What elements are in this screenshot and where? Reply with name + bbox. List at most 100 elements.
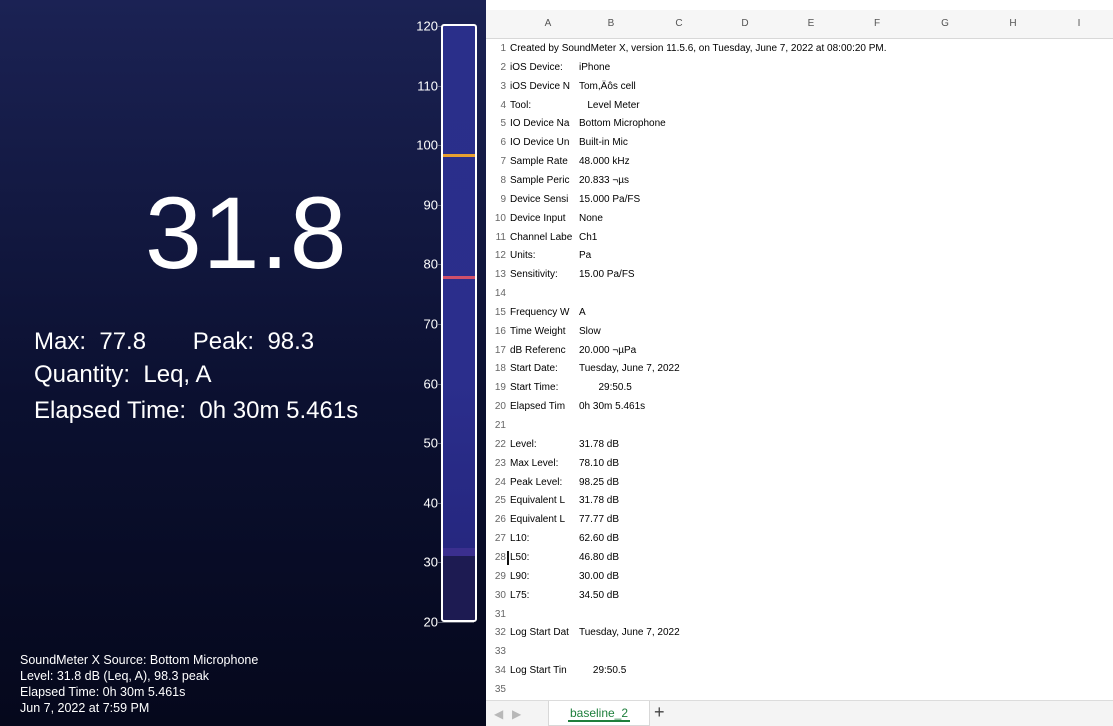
cell-a[interactable]: iOS Device N bbox=[510, 78, 570, 96]
row-number[interactable]: 6 bbox=[486, 134, 506, 152]
cell-a[interactable]: L50: bbox=[510, 549, 529, 567]
cell-a[interactable]: Sample Rate bbox=[510, 153, 568, 171]
column-header-h[interactable]: H bbox=[1003, 18, 1023, 29]
cell-b[interactable]: 15.000 Pa/FS bbox=[579, 191, 640, 209]
cell-a[interactable]: Peak Level: bbox=[510, 474, 562, 492]
cell-b[interactable]: Ch1 bbox=[579, 229, 597, 247]
row-number[interactable]: 33 bbox=[486, 643, 506, 661]
column-header-c[interactable]: C bbox=[669, 18, 689, 29]
cell-b[interactable]: 15.00 Pa/FS bbox=[579, 266, 635, 284]
cell-a[interactable]: Frequency W bbox=[510, 304, 569, 322]
row-number[interactable]: 30 bbox=[486, 587, 506, 605]
cell-b[interactable]: 20.000 ¬µPa bbox=[579, 342, 636, 360]
row-number[interactable]: 8 bbox=[486, 172, 506, 190]
cell-a[interactable]: Device Sensi bbox=[510, 191, 568, 209]
cell-b[interactable]: 0h 30m 5.461s bbox=[579, 398, 645, 416]
row-number[interactable]: 27 bbox=[486, 530, 506, 548]
cell-b[interactable]: iPhone bbox=[579, 59, 610, 77]
cell-b[interactable]: 98.25 dB bbox=[579, 474, 619, 492]
cell-a[interactable]: Elapsed Tim bbox=[510, 398, 565, 416]
cell-b[interactable]: Pa bbox=[579, 247, 591, 265]
cell-b[interactable]: Tom,Äôs cell bbox=[579, 78, 636, 96]
row-number[interactable]: 11 bbox=[486, 229, 506, 247]
row-number[interactable]: 29 bbox=[486, 568, 506, 586]
cell-a[interactable]: Start Time: bbox=[510, 379, 558, 397]
prev-sheet-icon[interactable]: ◀ bbox=[494, 707, 503, 721]
row-number[interactable]: 25 bbox=[486, 492, 506, 510]
row-number[interactable]: 26 bbox=[486, 511, 506, 529]
row-number[interactable]: 35 bbox=[486, 681, 506, 699]
row-number[interactable]: 22 bbox=[486, 436, 506, 454]
cell-a[interactable]: Start Date: bbox=[510, 360, 558, 378]
column-header-b[interactable]: B bbox=[601, 18, 621, 29]
cell-b[interactable]: Slow bbox=[579, 323, 601, 341]
cell-b[interactable]: Level Meter bbox=[579, 97, 639, 115]
cell-b[interactable]: 29:50.5 bbox=[579, 662, 626, 680]
cell-a[interactable]: Sample Peric bbox=[510, 172, 569, 190]
cell-a[interactable]: Created by SoundMeter X, version 11.5.6,… bbox=[510, 40, 887, 58]
cell-a[interactable]: L10: bbox=[510, 530, 529, 548]
column-header-g[interactable]: G bbox=[935, 18, 955, 29]
row-number[interactable]: 4 bbox=[486, 97, 506, 115]
cell-a[interactable]: Units: bbox=[510, 247, 536, 265]
cell-b[interactable]: 77.77 dB bbox=[579, 511, 619, 529]
row-number[interactable]: 18 bbox=[486, 360, 506, 378]
row-number[interactable]: 20 bbox=[486, 398, 506, 416]
row-number[interactable]: 24 bbox=[486, 474, 506, 492]
column-header-a[interactable]: A bbox=[538, 18, 558, 29]
row-number[interactable]: 28 bbox=[486, 549, 506, 567]
row-number[interactable]: 13 bbox=[486, 266, 506, 284]
row-number[interactable]: 21 bbox=[486, 417, 506, 435]
cell-b[interactable]: Bottom Microphone bbox=[579, 115, 666, 133]
column-header-i[interactable]: I bbox=[1069, 18, 1089, 29]
cell-b[interactable]: 20.833 ¬µs bbox=[579, 172, 629, 190]
cell-a[interactable]: L90: bbox=[510, 568, 529, 586]
cell-b[interactable]: 31.78 dB bbox=[579, 492, 619, 510]
cell-a[interactable]: Device Input bbox=[510, 210, 566, 228]
cell-a[interactable]: L75: bbox=[510, 587, 529, 605]
row-number[interactable]: 31 bbox=[486, 606, 506, 624]
cell-b[interactable]: 30.00 dB bbox=[579, 568, 619, 586]
cell-a[interactable]: iOS Device: bbox=[510, 59, 563, 77]
row-number[interactable]: 2 bbox=[486, 59, 506, 77]
cell-b[interactable]: 48.000 kHz bbox=[579, 153, 630, 171]
cell-a[interactable]: IO Device Na bbox=[510, 115, 569, 133]
column-header-d[interactable]: D bbox=[735, 18, 755, 29]
cell-a[interactable]: Max Level: bbox=[510, 455, 558, 473]
cell-a[interactable]: Log Start Dat bbox=[510, 624, 569, 642]
row-number[interactable]: 14 bbox=[486, 285, 506, 303]
row-number[interactable]: 10 bbox=[486, 210, 506, 228]
row-number[interactable]: 34 bbox=[486, 662, 506, 680]
row-number[interactable]: 3 bbox=[486, 78, 506, 96]
spreadsheet[interactable]: A B C D E F G H I 1 Created by SoundMeter… bbox=[486, 0, 1113, 726]
cell-b[interactable]: Tuesday, June 7, 2022 bbox=[579, 624, 680, 642]
cell-b[interactable]: 34.50 dB bbox=[579, 587, 619, 605]
cell-b[interactable]: None bbox=[579, 210, 603, 228]
row-number[interactable]: 9 bbox=[486, 191, 506, 209]
cell-a[interactable]: Tool: bbox=[510, 97, 531, 115]
row-number[interactable]: 1 bbox=[486, 40, 506, 58]
cell-a[interactable]: Channel Labe bbox=[510, 229, 572, 247]
row-number[interactable]: 19 bbox=[486, 379, 506, 397]
cell-a[interactable]: Sensitivity: bbox=[510, 266, 558, 284]
cell-b[interactable]: 46.80 dB bbox=[579, 549, 619, 567]
row-number[interactable]: 17 bbox=[486, 342, 506, 360]
cell-a[interactable]: Level: bbox=[510, 436, 537, 454]
column-header-f[interactable]: F bbox=[867, 18, 887, 29]
cell-a[interactable]: Log Start Tin bbox=[510, 662, 567, 680]
cell-b[interactable]: 29:50.5 bbox=[579, 379, 631, 397]
row-number[interactable]: 12 bbox=[486, 247, 506, 265]
add-sheet-icon[interactable]: + bbox=[654, 702, 665, 723]
row-number[interactable]: 23 bbox=[486, 455, 506, 473]
cell-a[interactable]: IO Device Un bbox=[510, 134, 569, 152]
column-header-e[interactable]: E bbox=[801, 18, 821, 29]
cell-b[interactable]: 78.10 dB bbox=[579, 455, 619, 473]
cell-b[interactable]: 31.78 dB bbox=[579, 436, 619, 454]
row-number[interactable]: 15 bbox=[486, 304, 506, 322]
cell-b[interactable]: Built-in Mic bbox=[579, 134, 628, 152]
row-number[interactable]: 7 bbox=[486, 153, 506, 171]
cell-b[interactable]: A bbox=[579, 304, 586, 322]
cell-a[interactable]: Time Weight bbox=[510, 323, 566, 341]
row-number[interactable]: 5 bbox=[486, 115, 506, 133]
cell-a[interactable]: dB Referenc bbox=[510, 342, 566, 360]
